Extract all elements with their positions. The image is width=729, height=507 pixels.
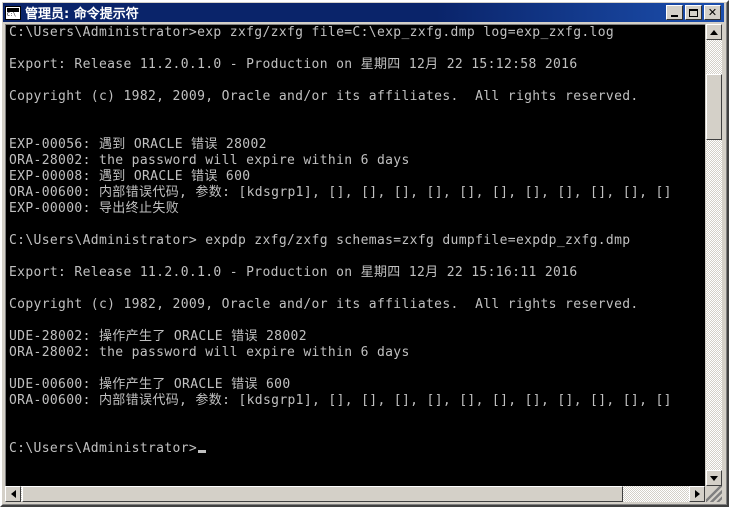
console-line: ORA-00600: 内部错误代码, 参数: [kdsgrp1], [], []… [9, 185, 672, 200]
console-line: C:\Users\Administrator> expdp zxfg/zxfg … [9, 233, 631, 248]
scroll-down-button[interactable] [706, 470, 722, 486]
window-title: 管理员: 命令提示符 [25, 7, 139, 22]
maximize-button[interactable] [685, 5, 702, 20]
vertical-scrollbar[interactable] [706, 24, 722, 486]
console-line: EXP-00000: 导出终止失败 [9, 201, 180, 216]
scroll-left-arrow-icon [10, 490, 16, 498]
console-line: ORA-28002: the password will expire with… [9, 153, 410, 168]
console-line: Export: Release 11.2.0.1.0 - Production … [9, 265, 578, 280]
scroll-right-arrow-icon [694, 490, 700, 498]
console-line: C:\Users\Administrator>exp zxfg/zxfg fil… [9, 25, 615, 40]
console-line: Copyright (c) 1982, 2009, Oracle and/or … [9, 89, 639, 104]
horizontal-scrollbar[interactable] [5, 486, 705, 502]
text-cursor [198, 450, 207, 453]
resize-grip[interactable] [706, 486, 722, 502]
window-client-area: C:\Users\Administrator>exp zxfg/zxfg fil… [3, 22, 724, 504]
console-line: Copyright (c) 1982, 2009, Oracle and/or … [9, 297, 639, 312]
close-button[interactable]: ✕ [704, 5, 721, 20]
console-text: C:\Users\Administrator>exp zxfg/zxfg fil… [9, 25, 672, 457]
console-line: UDE-00600: 操作产生了 ORACLE 错误 600 [9, 377, 291, 392]
command-prompt-window: 管理员: 命令提示符 ✕ C:\Users\Administrator>exp … [0, 0, 729, 507]
scroll-up-arrow-icon [710, 29, 718, 35]
scroll-right-button[interactable] [689, 486, 705, 502]
horizontal-scroll-thumb[interactable] [22, 486, 623, 502]
console-line: UDE-28002: 操作产生了 ORACLE 错误 28002 [9, 329, 307, 344]
console-icon[interactable] [5, 5, 21, 20]
console-line: EXP-00056: 遇到 ORACLE 错误 28002 [9, 137, 267, 152]
console-line: Export: Release 11.2.0.1.0 - Production … [9, 57, 578, 72]
minimize-button[interactable] [666, 5, 683, 20]
scroll-up-button[interactable] [706, 24, 722, 40]
console-line: ORA-28002: the password will expire with… [9, 345, 410, 360]
scroll-left-button[interactable] [5, 486, 21, 502]
console-line: EXP-00008: 遇到 ORACLE 错误 600 [9, 169, 251, 184]
maximize-icon [689, 8, 698, 17]
vertical-scroll-thumb[interactable] [706, 74, 722, 140]
console-line: C:\Users\Administrator> [9, 441, 672, 457]
titlebar[interactable]: 管理员: 命令提示符 ✕ [3, 3, 724, 22]
console-output-area[interactable]: C:\Users\Administrator>exp zxfg/zxfg fil… [5, 24, 705, 486]
minimize-icon [671, 14, 678, 17]
close-icon: ✕ [707, 6, 718, 19]
console-line: ORA-00600: 内部错误代码, 参数: [kdsgrp1], [], []… [9, 393, 672, 408]
titlebar-buttons: ✕ [666, 5, 721, 20]
scroll-down-arrow-icon [710, 475, 718, 481]
